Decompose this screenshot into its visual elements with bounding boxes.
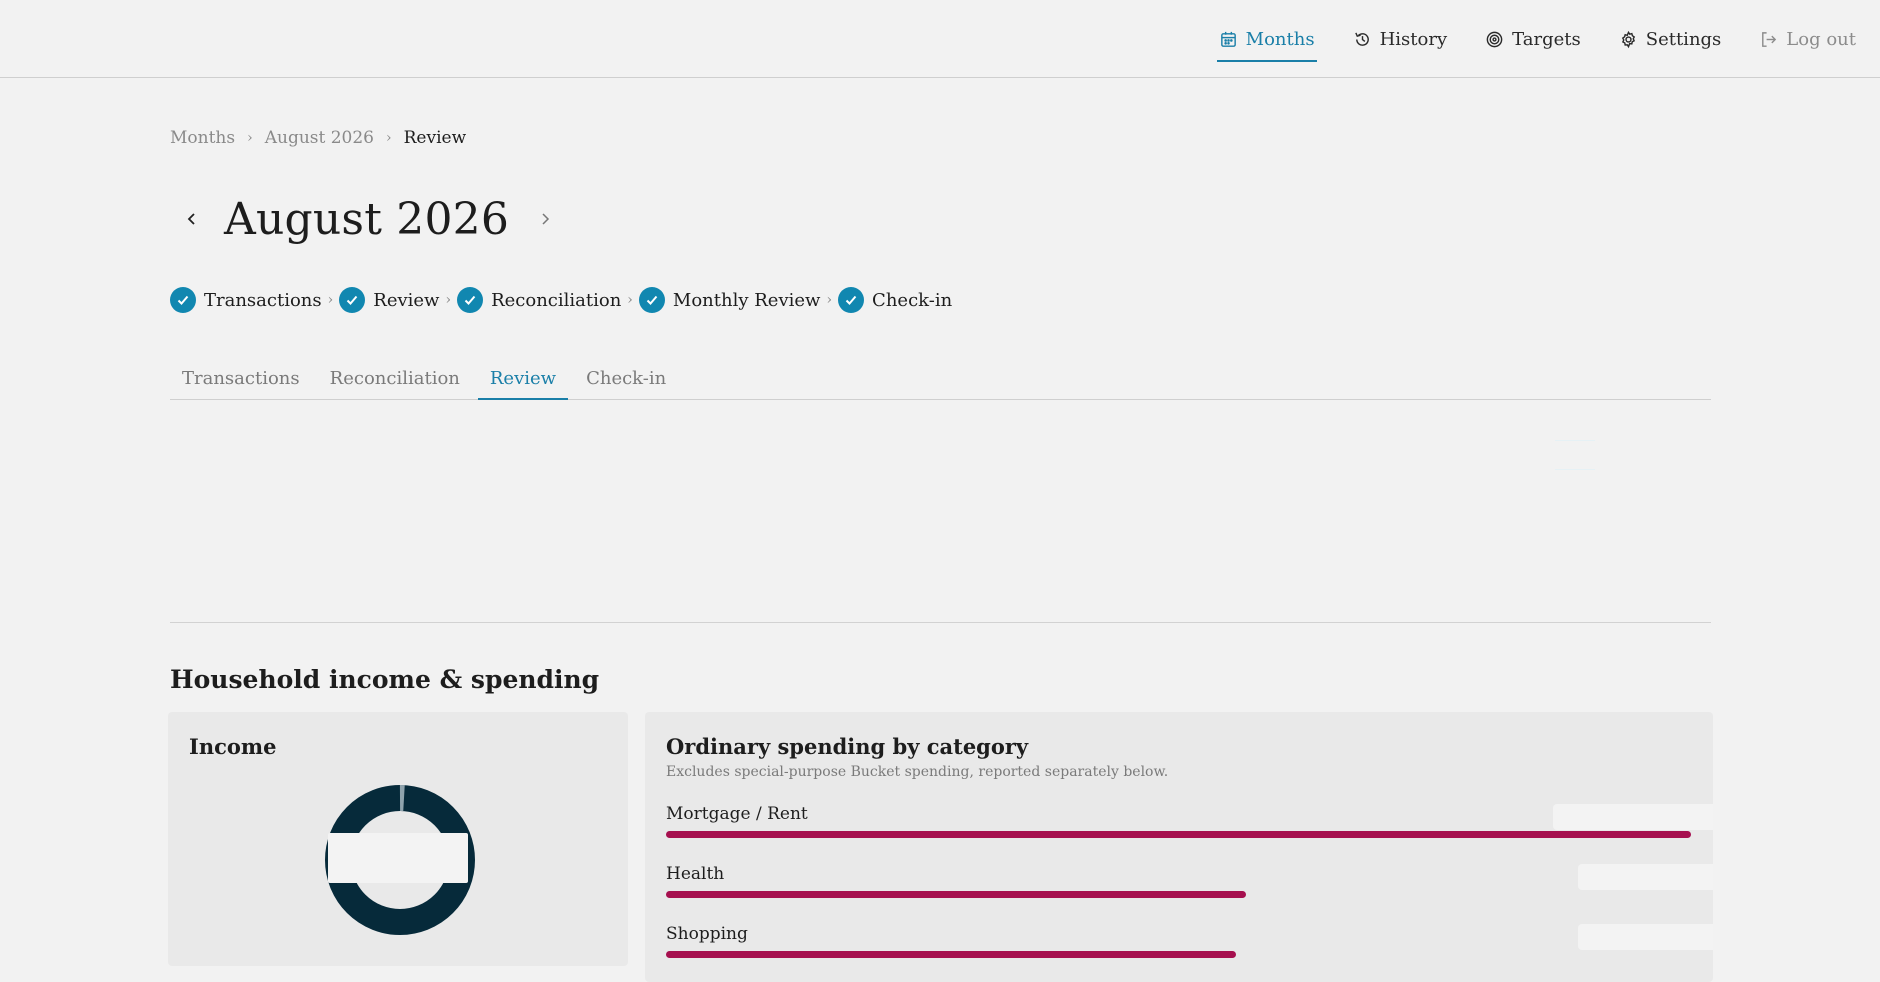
category-row: Shopping: [666, 924, 1694, 958]
top-bar: Months History Targets Settings Log out: [0, 0, 1880, 78]
breadcrumb-months[interactable]: Months: [170, 128, 235, 148]
history-icon: [1354, 32, 1369, 46]
tab-bar: Transactions Reconciliation Review Check…: [170, 360, 1711, 400]
calendar-icon: [1220, 31, 1236, 47]
amount-placeholder: [1578, 864, 1713, 890]
chevron-right-icon: ›: [826, 292, 833, 308]
nav-targets-label: Targets: [1512, 28, 1581, 50]
tab-transactions[interactable]: Transactions: [170, 360, 312, 399]
chevron-right-icon: [542, 213, 550, 225]
tab-check-in[interactable]: Check-in: [574, 360, 678, 399]
main-nav: Months History Targets Settings Log out: [1183, 0, 1858, 78]
breadcrumb-month[interactable]: August 2026: [265, 128, 374, 148]
chevron-right-icon: ›: [247, 130, 253, 146]
amount-placeholder: [1578, 924, 1713, 950]
spending-subtitle: Excludes special-purpose Bucket spending…: [666, 764, 1169, 780]
category-row: Health: [666, 864, 1694, 898]
category-label: Health: [666, 864, 725, 884]
category-bar: [666, 891, 1246, 898]
spending-card: Ordinary spending by category Excludes s…: [645, 712, 1713, 982]
nav-targets[interactable]: Targets: [1483, 0, 1583, 78]
step-label: Transactions: [204, 289, 322, 311]
check-circle-icon: [638, 287, 665, 313]
check-circle-icon: [170, 287, 196, 313]
nav-months[interactable]: Months: [1216, 0, 1317, 78]
logout-label: Log out: [1786, 28, 1856, 50]
breadcrumb-current: Review: [403, 128, 467, 148]
income-title: Income: [189, 734, 277, 759]
check-circle-icon: [838, 287, 865, 313]
nav-history[interactable]: History: [1351, 0, 1450, 78]
page-title: August 2026: [224, 193, 510, 245]
category-label: Mortgage / Rent: [666, 804, 808, 824]
category-row: Mortgage / Rent: [666, 804, 1694, 838]
next-month-button[interactable]: [523, 197, 567, 241]
spending-title: Ordinary spending by category: [666, 734, 1029, 759]
nav-months-label: Months: [1245, 28, 1315, 50]
logout-button[interactable]: Log out: [1757, 0, 1858, 78]
month-header: August 2026: [170, 188, 567, 250]
section-title: Household income & spending: [170, 665, 600, 694]
amount-placeholder: [1553, 804, 1713, 830]
tab-review[interactable]: Review: [477, 360, 569, 400]
chevron-right-icon: ›: [445, 292, 452, 308]
section-divider: [170, 622, 1711, 623]
category-bar: [666, 831, 1691, 838]
step-label: Reconciliation: [491, 289, 622, 311]
step-label: Check-in: [872, 289, 953, 311]
nav-history-label: History: [1379, 28, 1448, 50]
income-card: Income: [168, 712, 628, 966]
chevron-right-icon: ›: [327, 292, 334, 308]
chevron-right-icon: ›: [627, 292, 633, 308]
category-bar: [666, 951, 1236, 958]
step-monthly-review[interactable]: Monthly Review: [638, 287, 821, 313]
loading-placeholder: [1555, 440, 1595, 498]
check-circle-icon: [457, 287, 484, 313]
step-label: Monthly Review: [672, 289, 821, 311]
previous-month-button[interactable]: [170, 197, 214, 241]
gear-icon: [1621, 30, 1635, 48]
step-check-in[interactable]: Check-in: [838, 287, 952, 313]
step-label: Review: [373, 289, 440, 311]
check-circle-icon: [339, 287, 366, 313]
step-review[interactable]: Review: [339, 287, 439, 313]
step-reconciliation[interactable]: Reconciliation: [457, 287, 621, 313]
tab-reconciliation[interactable]: Reconciliation: [318, 360, 472, 399]
logout-icon: [1762, 31, 1777, 47]
target-icon: [1486, 31, 1503, 47]
progress-steps: Transactions › Review › Reconciliation ›…: [170, 287, 952, 313]
donut-label-placeholder: [328, 833, 468, 883]
nav-settings-label: Settings: [1645, 28, 1722, 50]
nav-settings[interactable]: Settings: [1617, 0, 1724, 78]
chevron-left-icon: [187, 213, 195, 225]
step-transactions[interactable]: Transactions: [170, 287, 322, 313]
chevron-right-icon: ›: [386, 130, 392, 146]
category-label: Shopping: [666, 924, 748, 944]
breadcrumb: Months › August 2026 › Review: [170, 128, 466, 148]
